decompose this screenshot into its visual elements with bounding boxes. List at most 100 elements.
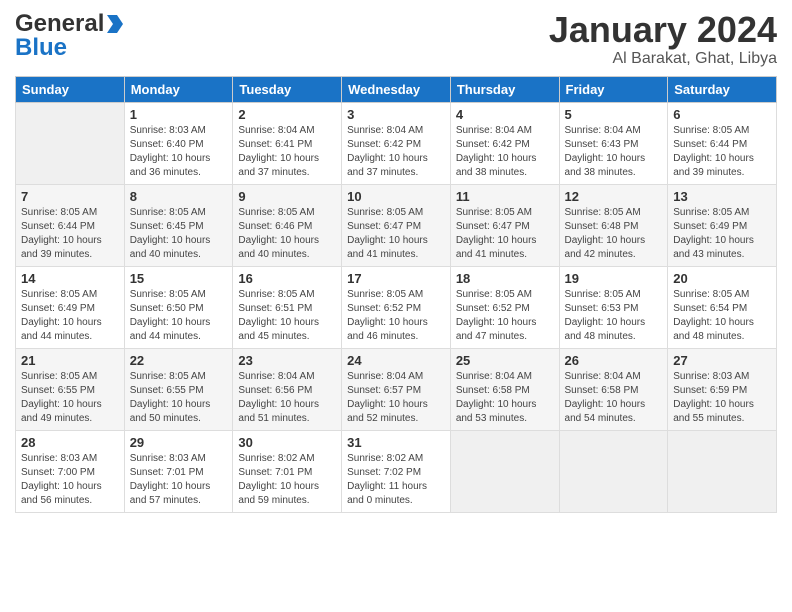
table-row: 8 Sunrise: 8:05 AM Sunset: 6:45 PM Dayli… bbox=[124, 184, 233, 266]
sunrise: Sunrise: 8:05 AM bbox=[21, 207, 97, 218]
day-number: 28 bbox=[21, 435, 119, 450]
day-info: Sunrise: 8:05 AM Sunset: 6:52 PM Dayligh… bbox=[347, 288, 445, 344]
day-number: 9 bbox=[238, 189, 336, 204]
sunrise: Sunrise: 8:05 AM bbox=[456, 289, 532, 300]
table-row: 10 Sunrise: 8:05 AM Sunset: 6:47 PM Dayl… bbox=[342, 184, 451, 266]
day-info: Sunrise: 8:02 AM Sunset: 7:01 PM Dayligh… bbox=[238, 452, 336, 508]
sunrise: Sunrise: 8:05 AM bbox=[130, 371, 206, 382]
sunset: Sunset: 6:58 PM bbox=[456, 385, 530, 396]
day-number: 24 bbox=[347, 353, 445, 368]
calendar-week-row: 28 Sunrise: 8:03 AM Sunset: 7:00 PM Dayl… bbox=[16, 430, 777, 512]
daylight: Daylight: 10 hours and 39 minutes. bbox=[21, 235, 102, 260]
day-info: Sunrise: 8:05 AM Sunset: 6:50 PM Dayligh… bbox=[130, 288, 228, 344]
day-number: 15 bbox=[130, 271, 228, 286]
daylight: Daylight: 10 hours and 44 minutes. bbox=[21, 317, 102, 342]
sunset: Sunset: 6:48 PM bbox=[565, 221, 639, 232]
day-info: Sunrise: 8:03 AM Sunset: 7:00 PM Dayligh… bbox=[21, 452, 119, 508]
day-number: 30 bbox=[238, 435, 336, 450]
day-number: 13 bbox=[673, 189, 771, 204]
daylight: Daylight: 10 hours and 48 minutes. bbox=[565, 317, 646, 342]
daylight: Daylight: 10 hours and 53 minutes. bbox=[456, 399, 537, 424]
table-row: 22 Sunrise: 8:05 AM Sunset: 6:55 PM Dayl… bbox=[124, 348, 233, 430]
sunset: Sunset: 6:50 PM bbox=[130, 303, 204, 314]
day-number: 6 bbox=[673, 107, 771, 122]
day-number: 2 bbox=[238, 107, 336, 122]
day-info: Sunrise: 8:03 AM Sunset: 6:40 PM Dayligh… bbox=[130, 124, 228, 180]
calendar-table: Sunday Monday Tuesday Wednesday Thursday… bbox=[15, 76, 777, 513]
day-number: 10 bbox=[347, 189, 445, 204]
sunset: Sunset: 6:53 PM bbox=[565, 303, 639, 314]
sunset: Sunset: 6:42 PM bbox=[456, 139, 530, 150]
table-row: 14 Sunrise: 8:05 AM Sunset: 6:49 PM Dayl… bbox=[16, 266, 125, 348]
day-number: 8 bbox=[130, 189, 228, 204]
daylight: Daylight: 10 hours and 45 minutes. bbox=[238, 317, 319, 342]
day-number: 3 bbox=[347, 107, 445, 122]
sunset: Sunset: 6:41 PM bbox=[238, 139, 312, 150]
sunrise: Sunrise: 8:05 AM bbox=[238, 289, 314, 300]
table-row bbox=[16, 102, 125, 184]
daylight: Daylight: 10 hours and 52 minutes. bbox=[347, 399, 428, 424]
table-row: 5 Sunrise: 8:04 AM Sunset: 6:43 PM Dayli… bbox=[559, 102, 668, 184]
daylight: Daylight: 10 hours and 43 minutes. bbox=[673, 235, 754, 260]
day-info: Sunrise: 8:05 AM Sunset: 6:44 PM Dayligh… bbox=[673, 124, 771, 180]
table-row: 15 Sunrise: 8:05 AM Sunset: 6:50 PM Dayl… bbox=[124, 266, 233, 348]
sunset: Sunset: 7:02 PM bbox=[347, 467, 421, 478]
calendar-week-row: 21 Sunrise: 8:05 AM Sunset: 6:55 PM Dayl… bbox=[16, 348, 777, 430]
day-number: 18 bbox=[456, 271, 554, 286]
daylight: Daylight: 10 hours and 41 minutes. bbox=[456, 235, 537, 260]
day-info: Sunrise: 8:04 AM Sunset: 6:57 PM Dayligh… bbox=[347, 370, 445, 426]
sunrise: Sunrise: 8:02 AM bbox=[238, 453, 314, 464]
sunrise: Sunrise: 8:05 AM bbox=[130, 289, 206, 300]
day-info: Sunrise: 8:05 AM Sunset: 6:46 PM Dayligh… bbox=[238, 206, 336, 262]
calendar-header-row: Sunday Monday Tuesday Wednesday Thursday… bbox=[16, 76, 777, 102]
daylight: Daylight: 10 hours and 39 minutes. bbox=[673, 153, 754, 178]
day-number: 5 bbox=[565, 107, 663, 122]
sunrise: Sunrise: 8:05 AM bbox=[238, 207, 314, 218]
sunset: Sunset: 6:54 PM bbox=[673, 303, 747, 314]
day-number: 23 bbox=[238, 353, 336, 368]
header-sunday: Sunday bbox=[16, 76, 125, 102]
day-info: Sunrise: 8:05 AM Sunset: 6:51 PM Dayligh… bbox=[238, 288, 336, 344]
header-wednesday: Wednesday bbox=[342, 76, 451, 102]
header-monday: Monday bbox=[124, 76, 233, 102]
sunrise: Sunrise: 8:04 AM bbox=[238, 371, 314, 382]
location: Al Barakat, Ghat, Libya bbox=[549, 50, 777, 68]
table-row: 2 Sunrise: 8:04 AM Sunset: 6:41 PM Dayli… bbox=[233, 102, 342, 184]
logo-blue: Blue bbox=[15, 34, 67, 62]
table-row: 30 Sunrise: 8:02 AM Sunset: 7:01 PM Dayl… bbox=[233, 430, 342, 512]
sunset: Sunset: 6:49 PM bbox=[21, 303, 95, 314]
daylight: Daylight: 10 hours and 40 minutes. bbox=[238, 235, 319, 260]
day-info: Sunrise: 8:03 AM Sunset: 7:01 PM Dayligh… bbox=[130, 452, 228, 508]
sunrise: Sunrise: 8:05 AM bbox=[130, 207, 206, 218]
day-number: 29 bbox=[130, 435, 228, 450]
daylight: Daylight: 10 hours and 40 minutes. bbox=[130, 235, 211, 260]
sunset: Sunset: 6:55 PM bbox=[130, 385, 204, 396]
day-info: Sunrise: 8:04 AM Sunset: 6:56 PM Dayligh… bbox=[238, 370, 336, 426]
month-title: January 2024 bbox=[549, 10, 777, 50]
sunrise: Sunrise: 8:05 AM bbox=[673, 289, 749, 300]
daylight: Daylight: 10 hours and 59 minutes. bbox=[238, 481, 319, 506]
day-number: 12 bbox=[565, 189, 663, 204]
day-info: Sunrise: 8:05 AM Sunset: 6:48 PM Dayligh… bbox=[565, 206, 663, 262]
day-number: 26 bbox=[565, 353, 663, 368]
day-info: Sunrise: 8:04 AM Sunset: 6:58 PM Dayligh… bbox=[565, 370, 663, 426]
daylight: Daylight: 10 hours and 48 minutes. bbox=[673, 317, 754, 342]
daylight: Daylight: 10 hours and 46 minutes. bbox=[347, 317, 428, 342]
table-row: 27 Sunrise: 8:03 AM Sunset: 6:59 PM Dayl… bbox=[668, 348, 777, 430]
daylight: Daylight: 10 hours and 38 minutes. bbox=[565, 153, 646, 178]
day-number: 14 bbox=[21, 271, 119, 286]
day-info: Sunrise: 8:05 AM Sunset: 6:54 PM Dayligh… bbox=[673, 288, 771, 344]
day-number: 25 bbox=[456, 353, 554, 368]
day-info: Sunrise: 8:05 AM Sunset: 6:55 PM Dayligh… bbox=[21, 370, 119, 426]
table-row: 9 Sunrise: 8:05 AM Sunset: 6:46 PM Dayli… bbox=[233, 184, 342, 266]
daylight: Daylight: 11 hours and 0 minutes. bbox=[347, 481, 427, 506]
day-info: Sunrise: 8:05 AM Sunset: 6:52 PM Dayligh… bbox=[456, 288, 554, 344]
day-info: Sunrise: 8:04 AM Sunset: 6:43 PM Dayligh… bbox=[565, 124, 663, 180]
daylight: Daylight: 10 hours and 44 minutes. bbox=[130, 317, 211, 342]
day-number: 21 bbox=[21, 353, 119, 368]
sunrise: Sunrise: 8:04 AM bbox=[565, 371, 641, 382]
sunset: Sunset: 6:52 PM bbox=[456, 303, 530, 314]
sunrise: Sunrise: 8:03 AM bbox=[130, 125, 206, 136]
day-number: 19 bbox=[565, 271, 663, 286]
table-row: 1 Sunrise: 8:03 AM Sunset: 6:40 PM Dayli… bbox=[124, 102, 233, 184]
